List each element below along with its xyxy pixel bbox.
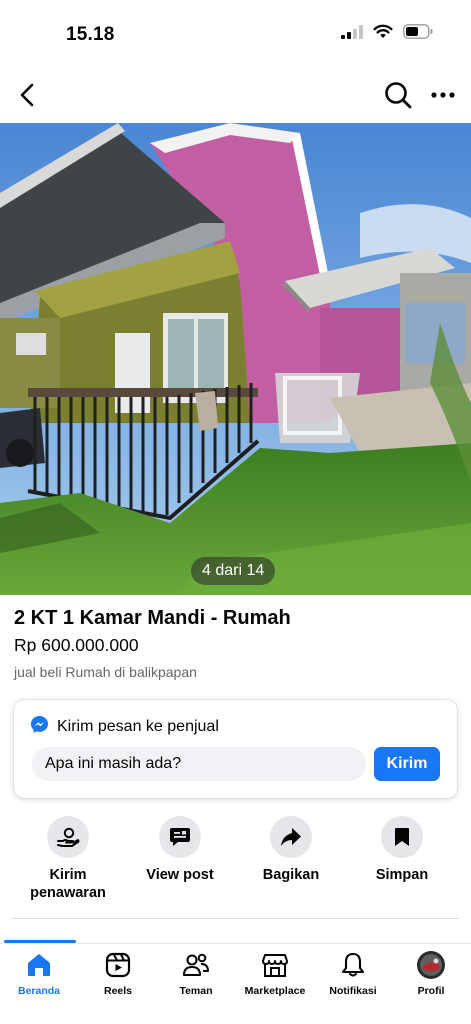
make-offer-label: Kirim penawaran [30, 867, 106, 901]
tab-marketplace[interactable]: Marketplace [236, 950, 314, 997]
tab-reels-label: Reels [103, 985, 133, 997]
share-button[interactable]: Bagikan [241, 816, 341, 884]
listing-actions: Kirim penawaran View post Bagikan Simpan [0, 816, 471, 906]
tab-marketplace-label: Marketplace [244, 985, 306, 997]
tab-profile-label: Profil [417, 985, 445, 997]
bell-icon [338, 950, 368, 980]
listing-location: jual beli Rumah di balikpapan [14, 664, 197, 680]
listing-photo[interactable] [0, 123, 471, 595]
tab-home[interactable]: Beranda [0, 950, 78, 997]
tab-friends[interactable]: Teman [157, 950, 235, 997]
message-input[interactable]: Apa ini masih ada? [32, 747, 366, 781]
view-post-label: View post [146, 867, 214, 883]
battery-icon [403, 24, 433, 44]
message-seller-heading: Kirim pesan ke penjual [30, 715, 219, 739]
message-heading-text: Kirim pesan ke penjual [57, 718, 219, 735]
send-message-button[interactable]: Kirim [374, 747, 440, 781]
post-message-icon [159, 816, 201, 858]
reels-icon [103, 950, 133, 980]
tab-reels[interactable]: Reels [79, 950, 157, 997]
share-label: Bagikan [262, 867, 320, 883]
save-button[interactable]: Simpan [352, 816, 452, 884]
chevron-left-icon [20, 83, 34, 107]
status-time: 15.18 [66, 24, 115, 45]
save-label: Simpan [375, 867, 429, 883]
make-offer-button[interactable]: Kirim penawaran [18, 816, 118, 902]
messenger-icon [30, 715, 49, 739]
listing-price: Rp 600.000.000 [14, 635, 139, 655]
friends-icon [181, 950, 211, 980]
status-icons [341, 24, 433, 44]
tab-friends-label: Teman [179, 985, 213, 997]
message-seller-card: Kirim pesan ke penjual Apa ini masih ada… [14, 700, 457, 798]
home-icon [24, 950, 54, 980]
top-navigation [0, 72, 471, 118]
listing-title: 2 KT 1 Kamar Mandi - Rumah [14, 607, 291, 629]
tab-notifications-label: Notifikasi [329, 985, 377, 997]
wifi-icon [373, 24, 393, 44]
share-arrow-icon [270, 816, 312, 858]
profile-avatar-icon [416, 950, 446, 980]
search-button[interactable] [383, 80, 413, 110]
bookmark-icon [381, 816, 423, 858]
search-icon [385, 82, 412, 109]
tab-profile[interactable]: Profil [392, 950, 470, 997]
back-button[interactable] [14, 80, 40, 110]
offer-hand-icon [47, 816, 89, 858]
section-divider [12, 918, 459, 919]
more-horizontal-icon [431, 92, 455, 98]
cellular-signal-icon [341, 24, 363, 44]
status-bar: 15.18 [0, 0, 471, 64]
photo-counter: 4 dari 14 [191, 557, 276, 585]
tab-home-label: Beranda [17, 985, 60, 997]
marketplace-icon [260, 950, 290, 980]
view-post-button[interactable]: View post [130, 816, 230, 884]
more-options-button[interactable] [429, 80, 457, 110]
tab-notifications[interactable]: Notifikasi [314, 950, 392, 997]
bottom-tab-bar: Beranda Reels Teman Marketplace Notifika… [0, 943, 471, 1024]
